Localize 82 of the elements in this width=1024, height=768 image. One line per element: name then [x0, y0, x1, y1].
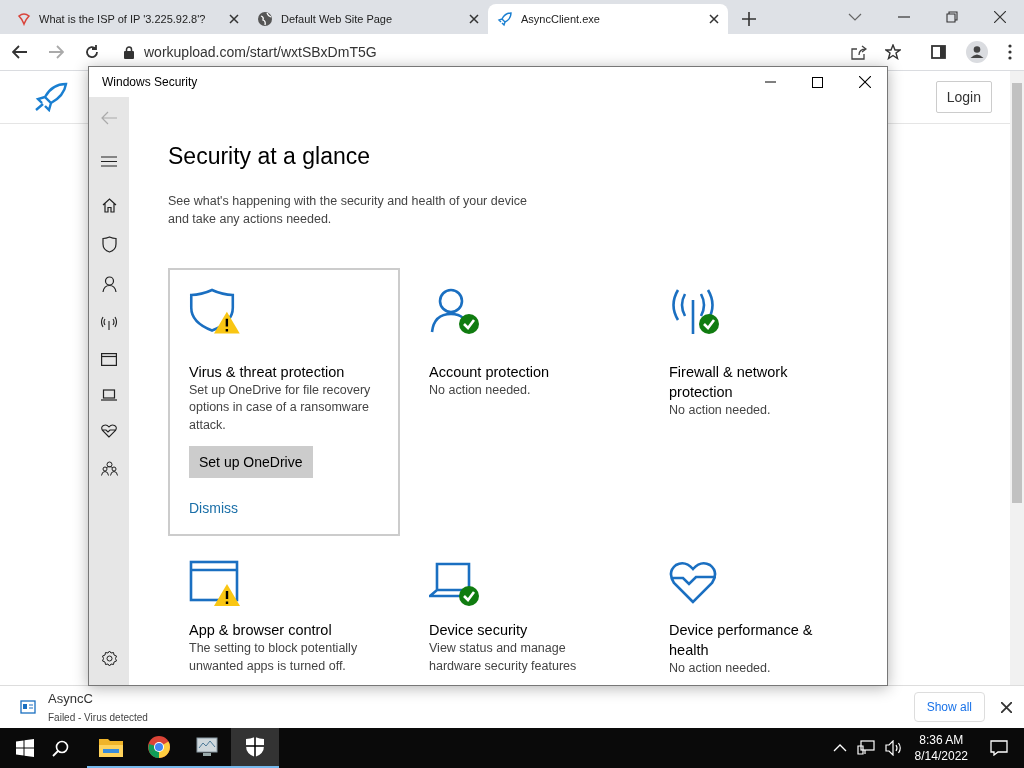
side-panel-icon[interactable]: [931, 45, 946, 59]
chevron-down-icon[interactable]: [848, 12, 862, 22]
scrollbar[interactable]: [1010, 71, 1024, 685]
card-title: Virus & threat protection: [189, 362, 345, 382]
card-description: Set up OneDrive for file recovery options in case of a ransomware attack.: [189, 381, 372, 434]
card-title: Firewall & network protection: [669, 363, 789, 402]
card-description: No action needed.: [429, 382, 531, 399]
taskbar-app[interactable]: [231, 728, 279, 768]
home-icon[interactable]: [101, 198, 117, 213]
settings-icon[interactable]: [100, 650, 118, 667]
login-button[interactable]: Login: [935, 81, 992, 113]
close-icon[interactable]: [859, 76, 871, 88]
close-tab-icon[interactable]: [229, 14, 239, 24]
globe-icon: [257, 11, 273, 27]
profile-icon[interactable]: [966, 41, 988, 63]
tab-title: Default Web Site Page: [281, 13, 394, 25]
folder-icon: [99, 737, 123, 757]
card-title: Device security: [429, 621, 528, 640]
shield-icon[interactable]: [101, 236, 117, 253]
status-card[interactable]: Account protection No action needed.: [408, 268, 640, 536]
close-tab-icon[interactable]: [469, 14, 479, 24]
close-tab-icon[interactable]: [709, 14, 719, 24]
menu-icon[interactable]: [101, 156, 117, 167]
close-icon[interactable]: [1001, 701, 1012, 713]
file-icon: [20, 700, 36, 714]
notification-icon[interactable]: [990, 740, 1008, 756]
card-description: No action needed.: [669, 660, 771, 677]
clock-time: 8:36 AM: [919, 733, 964, 747]
lock-icon: [124, 45, 134, 59]
browser-tab[interactable]: AsyncClient.exe: [488, 4, 728, 34]
browser-tab[interactable]: What is the ISP of IP '3.225.92.8'?: [8, 4, 248, 34]
close-icon[interactable]: [994, 11, 1006, 23]
status-card[interactable]: Device security View status and manage hardware security features: [408, 542, 640, 680]
download-item[interactable]: AsyncC Failed - Virus detected: [20, 691, 220, 723]
show-all-button[interactable]: Show all: [913, 692, 985, 722]
laptop-icon[interactable]: [101, 389, 117, 401]
maximize-icon[interactable]: [812, 76, 823, 88]
monitor-icon: [195, 736, 219, 758]
window-title: Windows Security: [102, 75, 198, 89]
volume-icon[interactable]: [884, 740, 903, 756]
family-icon[interactable]: [100, 461, 118, 476]
card-description: View status and manage hardware security features: [429, 640, 578, 675]
download-name: AsyncC: [48, 691, 94, 706]
browser-tab[interactable]: Default Web Site Page: [248, 4, 488, 34]
setup-button[interactable]: Set up OneDrive: [189, 446, 313, 478]
rocket-icon: [497, 11, 513, 27]
rocket-logo-icon[interactable]: [34, 82, 68, 112]
browser-window-icon[interactable]: [101, 353, 117, 366]
page-heading: Security at a glance: [168, 143, 371, 170]
reload-icon[interactable]: [84, 44, 100, 60]
back-arrow-icon[interactable]: [12, 45, 28, 59]
page-subtitle: See what's happening with the security and health of your device and take any actions needed.: [168, 193, 528, 228]
card-title: Device performance & health: [669, 621, 814, 660]
clock-date: 8/14/2022: [914, 749, 968, 763]
tab-title: What is the ISP of IP '3.225.92.8'?: [39, 13, 207, 25]
restore-icon[interactable]: [946, 11, 958, 23]
card-title: Account protection: [429, 363, 550, 382]
browser-logo-icon: [147, 735, 171, 759]
card-description: No action needed.: [669, 402, 771, 419]
person-icon[interactable]: [101, 276, 117, 293]
status-card[interactable]: Device performance & health No action needed.: [648, 542, 880, 680]
network-icon[interactable]: [856, 740, 875, 756]
share-icon[interactable]: [851, 44, 867, 60]
antenna-icon[interactable]: [101, 316, 117, 330]
search-icon[interactable]: [52, 739, 69, 757]
windows-logo-icon[interactable]: [16, 739, 34, 757]
tab-title: AsyncClient.exe: [521, 13, 601, 25]
chevron-up-icon[interactable]: [832, 744, 847, 752]
site-logo-icon: [17, 12, 31, 26]
star-icon[interactable]: [885, 44, 901, 60]
card-description: The setting to block potentially unwanted apps is turned off.: [189, 640, 359, 675]
status-card[interactable]: Firewall & network protection No action needed.: [648, 268, 880, 536]
status-card[interactable]: Virus & threat protection Set up OneDrive for file recovery options in case of a ransomware attack. Set up OneDrive Dismiss: [168, 268, 400, 536]
dismiss-link[interactable]: Dismiss: [189, 500, 238, 516]
download-status: Failed - Virus detected: [48, 712, 148, 723]
card-title: App & browser control: [189, 621, 332, 640]
shield-icon: [245, 736, 265, 758]
more-menu-icon[interactable]: [1008, 44, 1012, 60]
new-tab-icon[interactable]: [742, 12, 756, 26]
status-card[interactable]: App & browser control The setting to block potentially unwanted apps is turned off.: [168, 542, 400, 680]
url-text: workupload.com/start/wxtSBxDmT5G: [144, 44, 377, 60]
heart-icon[interactable]: [101, 424, 117, 438]
